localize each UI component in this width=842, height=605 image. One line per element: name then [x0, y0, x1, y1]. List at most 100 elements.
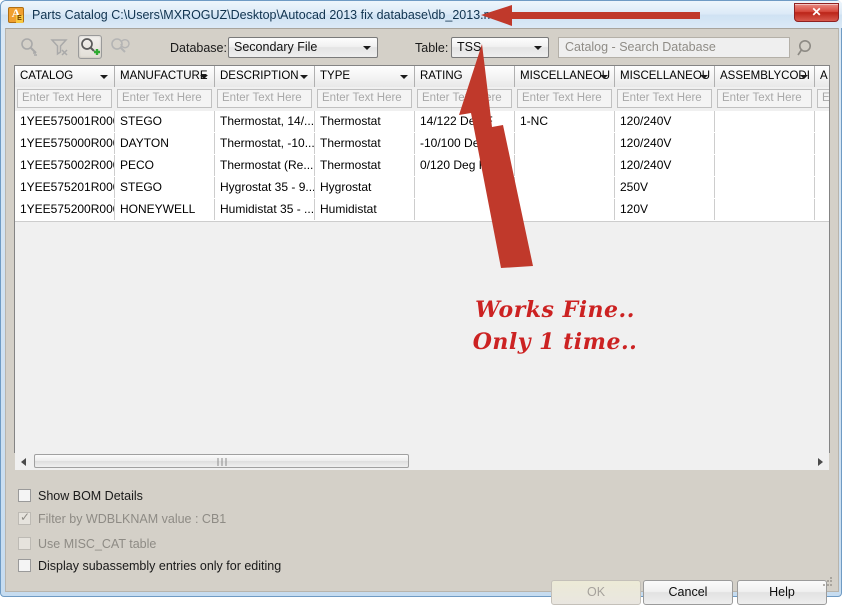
dialog-body: Database: Secondary File Table: TSS Cata… [5, 28, 839, 605]
table-cell[interactable]: 1YEE575200R000 [15, 199, 115, 220]
grid-column-header-label: CATALOG [20, 70, 74, 82]
table-cell[interactable]: Thermostat, 14/... [215, 111, 315, 132]
table-cell[interactable] [715, 133, 815, 154]
chevron-down-icon[interactable] [200, 75, 208, 79]
table-cell[interactable]: 120/240V [615, 155, 715, 176]
table-cell[interactable]: HONEYWELL [115, 199, 215, 220]
table-cell[interactable] [815, 177, 829, 198]
grid-column-header[interactable]: TYPE [315, 66, 415, 87]
checkbox-icon[interactable] [18, 537, 31, 550]
table-cell[interactable] [815, 155, 829, 176]
grid-filter-input[interactable]: Enter Text Here [317, 89, 412, 108]
table-row[interactable]: 1YEE575001R000 STEGO Thermostat, 14/... The… [15, 111, 829, 134]
table-cell[interactable]: STEGO [115, 177, 215, 198]
table-cell[interactable]: 1YEE575000R000 [15, 133, 115, 154]
table-select[interactable]: TSS [451, 37, 549, 58]
table-cell[interactable]: 120/240V [615, 111, 715, 132]
grid-filter-input[interactable]: Enter Text Here [517, 89, 612, 108]
scroll-right-arrow-icon[interactable] [812, 453, 829, 469]
table-row[interactable]: 1YEE575002R000 PECO Thermostat (Re... Therm… [15, 155, 829, 178]
table-row[interactable]: 1YEE575201R000 STEGO Hygrostat 35 - 9... Hy… [15, 177, 829, 200]
table-cell[interactable] [415, 177, 515, 198]
add-catalog-record-icon[interactable] [78, 35, 102, 59]
table-row[interactable]: 1YEE575200R000 HONEYWELL Humidistat 35 - .… [15, 199, 829, 222]
close-button[interactable]: ✕ [794, 3, 839, 22]
find-catalog-icon[interactable] [18, 35, 42, 59]
table-cell[interactable] [815, 199, 829, 220]
table-cell[interactable]: 1-NC [515, 111, 615, 132]
grid-filter-input[interactable]: Enter Text Here [717, 89, 812, 108]
chevron-down-icon[interactable] [400, 75, 408, 79]
table-cell[interactable]: DAYTON [115, 133, 215, 154]
catalog-grid[interactable]: CATALOG MANUFACTURE DESCRIPTION TYPE RATING M… [14, 65, 830, 469]
table-cell[interactable] [415, 199, 515, 220]
table-cell[interactable]: Thermostat [315, 133, 415, 154]
checkbox-icon[interactable] [18, 559, 31, 572]
chevron-down-icon[interactable] [100, 75, 108, 79]
table-cell[interactable]: Humidistat [315, 199, 415, 220]
table-row[interactable]: 1YEE575000R000 DAYTON Thermostat, -10... Th… [15, 133, 829, 156]
table-cell[interactable]: Thermostat [315, 111, 415, 132]
table-cell[interactable]: 0/120 Deg F [415, 155, 515, 176]
grid-column-header[interactable]: ASSEMBLYCODI [715, 66, 815, 87]
table-cell[interactable]: 120/240V [615, 133, 715, 154]
grid-filter-input[interactable]: Enter Text Here [117, 89, 212, 108]
table-cell[interactable] [715, 199, 815, 220]
grid-column-header[interactable]: MISCELLANEOU [515, 66, 615, 87]
table-cell[interactable]: PECO [115, 155, 215, 176]
table-cell[interactable] [715, 155, 815, 176]
scrollbar-thumb[interactable] [34, 454, 409, 468]
table-cell[interactable]: Humidistat 35 - ... [215, 199, 315, 220]
search-input[interactable]: Catalog - Search Database [558, 37, 790, 58]
grid-filter-input[interactable]: Enter Text Here [817, 89, 829, 108]
grid-column-header[interactable]: A [815, 66, 829, 87]
clear-filter-icon[interactable] [48, 35, 72, 59]
table-cell[interactable]: 1YEE575001R000 [15, 111, 115, 132]
checkbox-icon[interactable]: ✓ [18, 510, 31, 525]
table-cell[interactable]: 250V [615, 177, 715, 198]
table-cell[interactable] [515, 155, 615, 176]
grid-filter-input[interactable]: Enter Text Here [217, 89, 312, 108]
table-cell[interactable]: 14/122 Deg F [415, 111, 515, 132]
grid-column-header[interactable]: RATING [415, 66, 515, 87]
grid-column-header[interactable]: DESCRIPTION [215, 66, 315, 87]
table-cell[interactable]: Thermostat (Re... [215, 155, 315, 176]
resize-grip-icon[interactable] [822, 576, 834, 588]
ok-button[interactable]: OK [551, 580, 641, 605]
table-cell[interactable] [815, 133, 829, 154]
database-select[interactable]: Secondary File [228, 37, 378, 58]
table-cell[interactable] [815, 111, 829, 132]
table-cell[interactable]: 1YEE575201R000 [15, 177, 115, 198]
table-cell[interactable] [515, 177, 615, 198]
help-button[interactable]: Help [737, 580, 827, 605]
table-cell[interactable]: STEGO [115, 111, 215, 132]
cancel-button[interactable]: Cancel [643, 580, 733, 605]
checkbox-icon[interactable] [18, 489, 31, 502]
grid-filter-input[interactable]: Enter Text Here [617, 89, 712, 108]
horizontal-scrollbar[interactable] [14, 453, 830, 471]
chevron-down-icon[interactable] [800, 75, 808, 79]
chevron-down-icon[interactable] [600, 75, 608, 79]
table-cell[interactable]: -10/100 Deg F [415, 133, 515, 154]
search-icon[interactable] [796, 39, 816, 63]
table-cell[interactable]: Hygrostat 35 - 9... [215, 177, 315, 198]
table-cell[interactable] [515, 133, 615, 154]
scroll-left-arrow-icon[interactable] [15, 453, 32, 469]
option-label: Use MISC_CAT table [38, 537, 157, 551]
chevron-down-icon[interactable] [700, 75, 708, 79]
table-cell[interactable]: 120V [615, 199, 715, 220]
grid-column-header[interactable]: MANUFACTURE [115, 66, 215, 87]
edit-catalog-icon[interactable] [108, 35, 132, 59]
table-cell[interactable]: Thermostat [315, 155, 415, 176]
chevron-down-icon[interactable] [300, 75, 308, 79]
grid-filter-input[interactable]: Enter Text Here [417, 89, 512, 108]
grid-column-header[interactable]: CATALOG [15, 66, 115, 87]
table-cell[interactable]: 1YEE575002R000 [15, 155, 115, 176]
table-cell[interactable] [715, 177, 815, 198]
table-cell[interactable] [715, 111, 815, 132]
grid-filter-input[interactable]: Enter Text Here [17, 89, 112, 108]
table-cell[interactable]: Thermostat, -10... [215, 133, 315, 154]
table-cell[interactable]: Hygrostat [315, 177, 415, 198]
table-cell[interactable] [515, 199, 615, 220]
grid-column-header[interactable]: MISCELLANEOU [615, 66, 715, 87]
